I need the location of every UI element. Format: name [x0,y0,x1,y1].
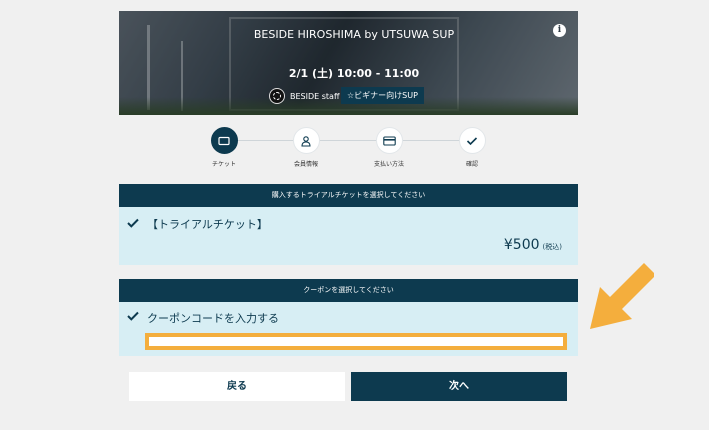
coupon-option-label: クーポンコードを入力する [147,312,279,325]
step-label: 確認 [465,161,478,168]
coupon-option[interactable]: クーポンコードを入力する [119,302,578,356]
event-hero-image: BESIDE HIROSHIMA by UTSUWA SUP 2/1 (土) 1… [119,11,578,115]
step-confirm: 確認 [442,127,502,168]
progress-line [225,140,473,141]
arrow-annotation-icon [590,263,654,329]
coupon-code-input[interactable] [145,333,567,350]
coupon-section-header: クーポンを選択してください [119,279,578,302]
avatar [269,88,285,104]
credit-card-icon [375,127,403,154]
check-icon [458,127,486,154]
check-icon [127,311,139,321]
staff-info: BESIDE staff [269,87,339,105]
event-tag: ☆ビギナー向けSUP [341,87,424,104]
ticket-icon [210,127,238,154]
progress-steps: チケット 会員情報 支払い方法 確認 [210,127,486,169]
staff-name: BESIDE staff [290,91,340,101]
step-label: 支払い方法 [373,161,404,168]
event-title: BESIDE HIROSHIMA by UTSUWA SUP [253,28,455,41]
ticket-price: ¥500 (税込) [504,237,562,253]
user-icon [292,127,320,154]
check-icon [127,218,139,228]
step-ticket: チケット [194,127,254,168]
step-payment: 支払い方法 [359,127,419,168]
next-button[interactable]: 次へ [351,372,567,401]
step-member-info: 会員情報 [276,127,336,168]
ticket-section-header: 購入するトライアルチケットを選択してください [119,184,578,207]
event-datetime: 2/1 (土) 10:00 - 11:00 [288,67,420,80]
price-value: ¥500 [503,237,540,253]
back-button[interactable]: 戻る [129,372,345,401]
tax-note: (税込) [542,243,562,251]
step-label: チケット [211,161,236,168]
step-label: 会員情報 [293,161,318,168]
ticket-name: 【トライアルチケット】 [147,218,268,231]
ticket-option[interactable]: 【トライアルチケット】 ¥500 (税込) [119,207,578,265]
booking-card: BESIDE HIROSHIMA by UTSUWA SUP 2/1 (土) 1… [119,0,578,430]
info-icon[interactable]: i [553,24,566,37]
